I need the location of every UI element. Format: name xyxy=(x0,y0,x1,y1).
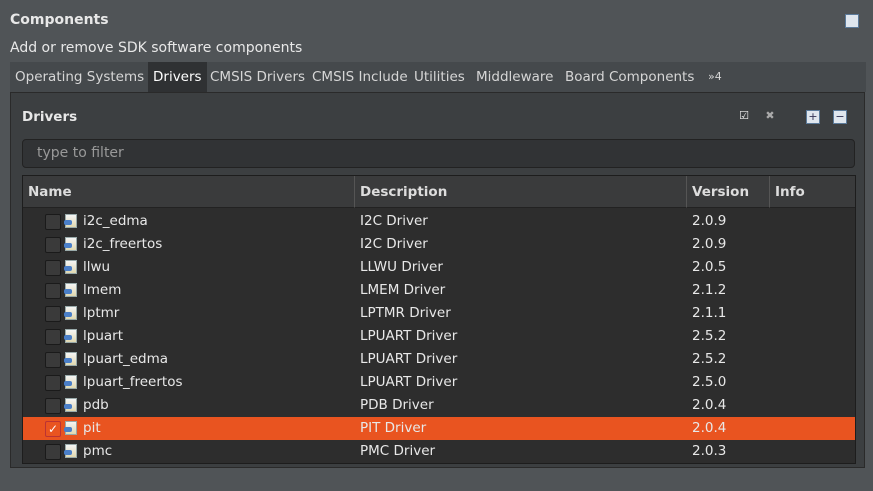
row-version: 2.0.4 xyxy=(692,420,727,436)
row-name: lpuart_edma xyxy=(83,351,169,367)
driver-component-icon xyxy=(64,237,77,251)
row-version: 2.0.4 xyxy=(692,397,727,413)
row-name: i2c_freertos xyxy=(83,236,163,252)
driver-component-icon xyxy=(64,214,77,228)
page-subtitle: Add or remove SDK software components xyxy=(10,40,303,56)
tab-drivers[interactable]: Drivers xyxy=(148,62,207,92)
row-version: 2.5.0 xyxy=(692,374,727,390)
row-checkbox[interactable] xyxy=(45,444,61,460)
driver-component-icon xyxy=(64,421,77,435)
driver-component-icon xyxy=(64,329,77,343)
tab-operating-systems[interactable]: Operating Systems xyxy=(10,62,149,92)
page-title: Components xyxy=(10,12,109,28)
table-row[interactable]: i2c_freertos I2C Driver 2.0.9 xyxy=(23,233,855,256)
tab-board-components[interactable]: Board Components xyxy=(560,62,699,92)
row-name: lpuart_freertos xyxy=(83,374,183,390)
expand-all-icon[interactable]: + xyxy=(806,110,820,124)
table-row[interactable]: pdb PDB Driver 2.0.4 xyxy=(23,394,855,417)
row-version: 2.1.2 xyxy=(692,282,727,298)
row-checkbox[interactable]: ✓ xyxy=(45,421,61,437)
filter-input[interactable]: type to filter xyxy=(22,139,855,168)
table-row[interactable]: llwu LLWU Driver 2.0.5 xyxy=(23,256,855,279)
row-name: lpuart xyxy=(83,328,123,344)
tab-bar: Operating Systems Drivers CMSIS Drivers CMS… xyxy=(10,62,866,92)
row-checkbox[interactable] xyxy=(45,398,61,414)
column-header-name[interactable]: Name xyxy=(23,176,355,208)
tab--4[interactable]: »4 xyxy=(703,62,727,92)
row-name: i2c_edma xyxy=(83,213,148,229)
row-version: 2.5.2 xyxy=(692,328,727,344)
column-header-description[interactable]: Description xyxy=(355,176,687,208)
row-description: LPTMR Driver xyxy=(360,305,451,321)
row-version: 2.0.9 xyxy=(692,213,727,229)
driver-component-icon xyxy=(64,398,77,412)
row-description: LPUART Driver xyxy=(360,328,458,344)
row-version: 2.0.3 xyxy=(692,443,727,459)
table-row[interactable]: ✓ pit PIT Driver 2.0.4 xyxy=(23,417,855,440)
row-name: lptmr xyxy=(83,305,120,321)
driver-component-icon xyxy=(64,306,77,320)
driver-component-icon xyxy=(64,260,77,274)
row-description: LPUART Driver xyxy=(360,351,458,367)
table-row[interactable]: pmc PMC Driver 2.0.3 xyxy=(23,440,855,463)
row-checkbox[interactable] xyxy=(45,283,61,299)
tab-utilities[interactable]: Utilities xyxy=(409,62,470,92)
panel-title: Drivers xyxy=(22,109,78,125)
column-header-info[interactable]: Info xyxy=(770,176,855,208)
row-description: PMC Driver xyxy=(360,443,436,459)
table-row[interactable]: lpuart LPUART Driver 2.5.2 xyxy=(23,325,855,348)
tab-cmsis-drivers[interactable]: CMSIS Drivers xyxy=(205,62,310,92)
table-row[interactable]: lpuart_freertos LPUART Driver 2.5.0 xyxy=(23,371,855,394)
check-all-icon[interactable]: ☑ xyxy=(738,110,750,122)
row-name: lmem xyxy=(83,282,122,298)
driver-component-icon xyxy=(64,283,77,297)
collapse-icon[interactable] xyxy=(845,14,859,28)
table-row[interactable]: lptmr LPTMR Driver 2.1.1 xyxy=(23,302,855,325)
driver-component-icon xyxy=(64,444,77,458)
row-version: 2.5.2 xyxy=(692,351,727,367)
row-description: PDB Driver xyxy=(360,397,434,413)
row-description: LLWU Driver xyxy=(360,259,443,275)
row-name: pmc xyxy=(83,443,113,459)
row-description: LMEM Driver xyxy=(360,282,446,298)
row-checkbox[interactable] xyxy=(45,352,61,368)
table-row[interactable]: lpuart_edma LPUART Driver 2.5.2 xyxy=(23,348,855,371)
row-checkbox[interactable] xyxy=(45,237,61,253)
collapse-all-icon[interactable]: − xyxy=(833,110,847,124)
drivers-table: Name Description Version Info i2c_edma I2… xyxy=(22,175,856,464)
row-checkbox[interactable] xyxy=(45,329,61,345)
driver-component-icon xyxy=(64,352,77,366)
row-name: pit xyxy=(83,420,101,436)
column-header-version[interactable]: Version xyxy=(687,176,770,208)
row-version: 2.0.5 xyxy=(692,259,727,275)
row-description: PIT Driver xyxy=(360,420,427,436)
uncheck-all-icon[interactable]: ✖ xyxy=(764,110,776,122)
row-checkbox[interactable] xyxy=(45,375,61,391)
tab-cmsis-include[interactable]: CMSIS Include xyxy=(307,62,413,92)
row-checkbox[interactable] xyxy=(45,214,61,230)
table-row[interactable]: i2c_edma I2C Driver 2.0.9 xyxy=(23,210,855,233)
row-version: 2.0.9 xyxy=(692,236,727,252)
row-description: I2C Driver xyxy=(360,236,428,252)
table-row[interactable]: lmem LMEM Driver 2.1.2 xyxy=(23,279,855,302)
row-description: LPUART Driver xyxy=(360,374,458,390)
row-name: llwu xyxy=(83,259,111,275)
row-checkbox[interactable] xyxy=(45,306,61,322)
row-version: 2.1.1 xyxy=(692,305,727,321)
row-checkbox[interactable] xyxy=(45,260,61,276)
row-description: I2C Driver xyxy=(360,213,428,229)
row-name: pdb xyxy=(83,397,109,413)
driver-component-icon xyxy=(64,375,77,389)
tab-middleware[interactable]: Middleware xyxy=(471,62,558,92)
